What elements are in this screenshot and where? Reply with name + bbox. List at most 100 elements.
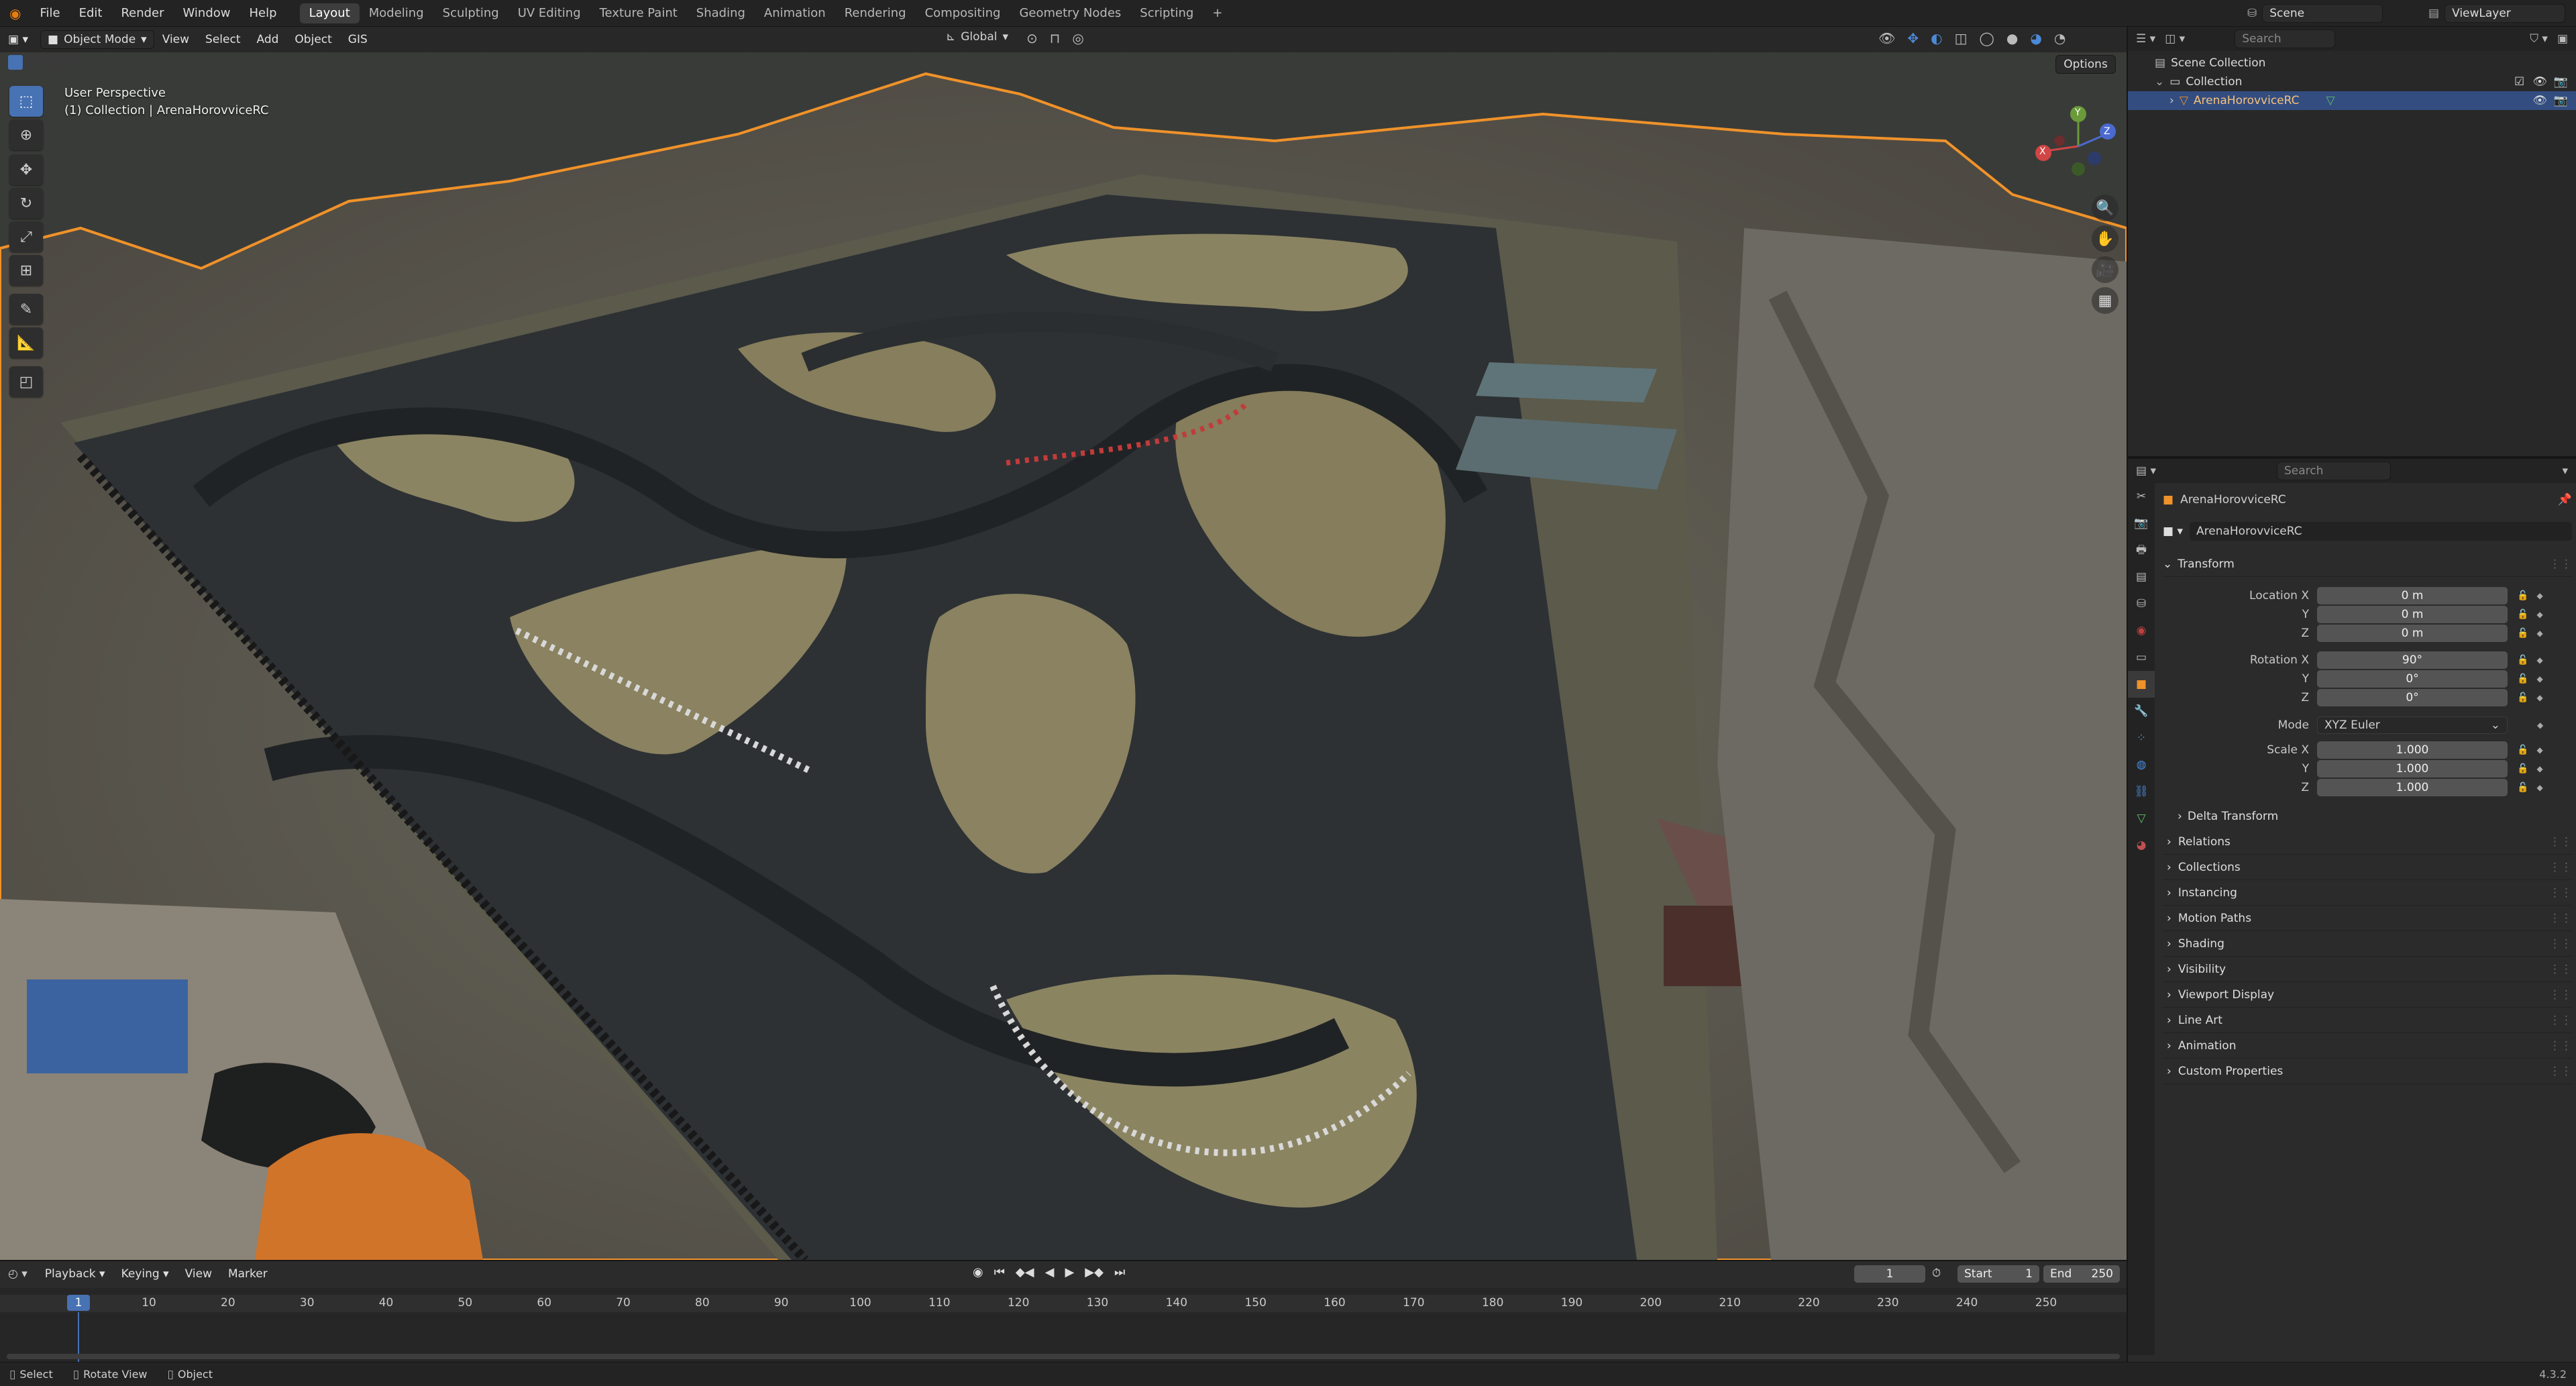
options-dropdown[interactable]: Options [2055, 55, 2116, 74]
lock-icon[interactable]: 🔓 [2517, 745, 2528, 755]
section-header-instancing[interactable]: › Instancing ⋮⋮ [2163, 880, 2572, 906]
current-frame-field[interactable]: 1 [1854, 1265, 1925, 1283]
drag-handle-icon[interactable]: ⋮⋮ [2549, 957, 2572, 982]
display-mode-icon[interactable]: ◫ ▾ [2165, 32, 2185, 46]
tab-compositing[interactable]: Compositing [916, 3, 1010, 23]
drag-handle-icon[interactable]: ⋮⋮ [2549, 1059, 2572, 1084]
move-tool-icon[interactable]: ✥ [9, 154, 43, 185]
constraints-tab-icon[interactable]: ⛓ [2128, 778, 2155, 805]
scale-y-field[interactable]: 1.000 [2317, 760, 2508, 778]
jump-end-icon[interactable]: ⏭ [1114, 1265, 1125, 1279]
object-tab-icon[interactable]: ■ [2128, 671, 2155, 698]
menu-playback[interactable]: Playback ▾ [37, 1261, 113, 1287]
menu-add[interactable]: Add [249, 27, 287, 52]
jump-start-icon[interactable]: ⏮ [994, 1265, 1005, 1279]
snap-icon[interactable]: ⊓ [1050, 30, 1061, 46]
location-z-field[interactable]: 0 m [2317, 625, 2508, 642]
tool-tab-icon[interactable]: ✂ [2128, 483, 2155, 510]
properties-search[interactable]: Search [2277, 462, 2391, 480]
menu-view[interactable]: View [154, 27, 197, 52]
lock-icon[interactable]: 🔓 [2517, 590, 2528, 601]
tab-scripting[interactable]: Scripting [1130, 3, 1203, 23]
blender-logo-icon[interactable]: ◉ [0, 0, 30, 27]
mode-dropdown[interactable]: ■ Object Mode ▾ [40, 30, 154, 49]
drag-handle-icon[interactable]: ⋮⋮ [2549, 551, 2572, 577]
record-icon[interactable]: ◉ [973, 1265, 983, 1279]
keyframe-icon[interactable]: ◆ [2536, 591, 2542, 600]
menu-select[interactable]: Select [197, 27, 248, 52]
perspective-toggle-icon[interactable]: ▦ [2092, 287, 2118, 314]
next-keyframe-icon[interactable]: ▶◆ [1085, 1265, 1104, 1279]
menu-object[interactable]: Object [286, 27, 339, 52]
tab-texture-paint[interactable]: Texture Paint [590, 3, 687, 23]
lock-icon[interactable]: 🔓 [2517, 692, 2528, 703]
keyframe-icon[interactable]: ◆ [2536, 674, 2542, 684]
render-camera-icon[interactable]: 📷 [2554, 72, 2568, 91]
outliner-search[interactable]: Search [2235, 30, 2336, 48]
pan-hand-icon[interactable]: ✋ [2092, 225, 2118, 252]
viewlayer-selector[interactable]: ▤ ViewLayer [2428, 4, 2566, 23]
visibility-icon[interactable]: 👁 [1878, 30, 1895, 46]
timeline-editor-icon[interactable]: ◴ ▾ [8, 1267, 28, 1281]
scene-selector[interactable]: ⛁ Scene [2247, 4, 2383, 23]
new-collection-icon[interactable]: ▣ [2557, 32, 2568, 46]
chevron-down-icon[interactable]: ▾ [2562, 464, 2568, 478]
outliner-scene-collection[interactable]: ▤ Scene Collection [2128, 54, 2576, 72]
drag-handle-icon[interactable]: ⋮⋮ [2549, 829, 2572, 855]
section-header-relations[interactable]: › Relations ⋮⋮ [2163, 829, 2572, 855]
rotate-tool-icon[interactable]: ↻ [9, 188, 43, 219]
xray-icon[interactable]: ◫ [1955, 30, 1968, 46]
section-header-line-art[interactable]: › Line Art ⋮⋮ [2163, 1008, 2572, 1033]
drag-handle-icon[interactable]: ⋮⋮ [2549, 1008, 2572, 1033]
tab-shading[interactable]: Shading [687, 3, 755, 23]
keyframe-icon[interactable]: ◆ [2536, 655, 2542, 665]
tab-animation[interactable]: Animation [755, 3, 835, 23]
scale-z-field[interactable]: 1.000 [2317, 779, 2508, 796]
3d-viewport[interactable]: ▣ ▾ ■ Object Mode ▾ View Select Add Obje… [0, 27, 2127, 1260]
lock-icon[interactable]: 🔓 [2517, 782, 2528, 793]
select-invert-icon[interactable] [60, 55, 75, 70]
outliner-object-row[interactable]: › ▽ ArenaHorovviceRC ▽ 👁 📷 [2128, 91, 2576, 110]
lock-icon[interactable]: 🔓 [2517, 763, 2528, 774]
section-header-viewport-display[interactable]: › Viewport Display ⋮⋮ [2163, 982, 2572, 1008]
timeline-track[interactable]: 1102030405060708090100110120130140150160… [0, 1288, 2127, 1362]
select-extend-icon[interactable] [25, 55, 40, 70]
menu-render[interactable]: Render [111, 0, 173, 27]
start-frame-field[interactable]: Start 1 [1957, 1265, 2039, 1283]
play-icon[interactable]: ▶ [1065, 1265, 1074, 1279]
location-y-field[interactable]: 0 m [2317, 606, 2508, 623]
select-subtract-icon[interactable] [43, 55, 58, 70]
scale-x-field[interactable]: 1.000 [2317, 741, 2508, 759]
stopwatch-icon[interactable]: ⏱ [1932, 1267, 1941, 1280]
keyframe-icon[interactable]: ◆ [2536, 745, 2542, 755]
keyframe-icon[interactable]: ◆ [2536, 610, 2542, 619]
drag-handle-icon[interactable]: ⋮⋮ [2549, 880, 2572, 906]
keyframe-icon[interactable]: ◆ [2536, 764, 2542, 774]
pivot-icon[interactable]: ⊙ [1026, 30, 1038, 46]
rotation-mode-dropdown[interactable]: XYZ Euler ⌄ [2317, 716, 2508, 734]
tab-layout[interactable]: Layout [299, 3, 360, 23]
lock-icon[interactable]: 🔓 [2517, 609, 2528, 620]
menu-window[interactable]: Window [174, 0, 240, 27]
menu-edit[interactable]: Edit [70, 0, 112, 27]
material-tab-icon[interactable]: ◕ [2128, 832, 2155, 859]
menu-view[interactable]: View [177, 1261, 220, 1287]
tab-rendering[interactable]: Rendering [835, 3, 916, 23]
transform-orientation[interactable]: ⊾ Global ▾ [946, 30, 1008, 44]
collection-tab-icon[interactable]: ▭ [2128, 644, 2155, 671]
add-cube-tool-icon[interactable]: ◰ [9, 366, 43, 397]
prev-keyframe-icon[interactable]: ◆◀ [1016, 1265, 1034, 1279]
pin-icon[interactable]: 📌 [2558, 493, 2572, 507]
viewlayer-field[interactable]: ViewLayer [2445, 4, 2566, 23]
rotation-x-field[interactable]: 90° [2317, 651, 2508, 669]
section-header-shading[interactable]: › Shading ⋮⋮ [2163, 931, 2572, 957]
view-layer-tab-icon[interactable]: ▤ [2128, 564, 2155, 590]
properties-editor-icon[interactable]: ▤ ▾ [2136, 464, 2156, 478]
scene-tab-icon[interactable]: ⛁ [2128, 590, 2155, 617]
eye-icon[interactable]: 👁 [2532, 72, 2547, 91]
world-tab-icon[interactable]: ◉ [2128, 617, 2155, 644]
timeline-scrollbar[interactable] [7, 1354, 2120, 1359]
expand-arrow-icon[interactable]: › [2169, 91, 2174, 110]
tab-uv-editing[interactable]: UV Editing [508, 3, 590, 23]
expand-arrow-icon[interactable]: ⌄ [2155, 72, 2164, 91]
